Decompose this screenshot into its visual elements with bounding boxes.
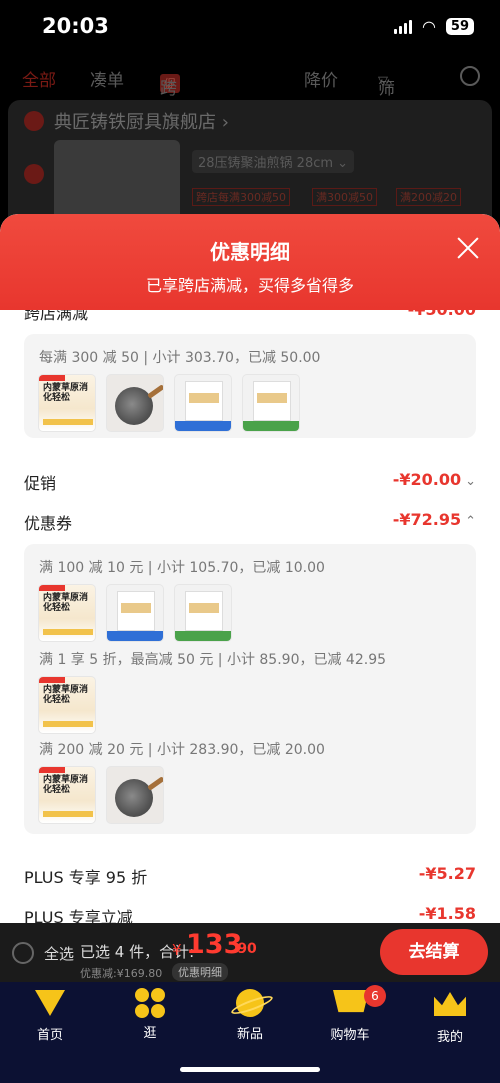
promotion-row[interactable]: 促销 -¥20.00 ⌄ bbox=[24, 470, 476, 496]
coupon-label: 优惠券 bbox=[24, 514, 73, 533]
battery-icon: 59 bbox=[445, 18, 474, 35]
tab-all[interactable]: 全部 bbox=[22, 66, 56, 91]
product-thumb-pan[interactable] bbox=[106, 766, 164, 824]
close-icon[interactable] bbox=[456, 236, 480, 260]
coupon-detail: 满 100 减 10 元 | 小计 105.70，已减 10.00 bbox=[39, 560, 325, 576]
sheet-subtitle: 已享跨店满减，买得多省得多 bbox=[145, 276, 354, 295]
product-thumb-bag[interactable] bbox=[174, 374, 232, 432]
chevron-down-icon: ⌄ bbox=[465, 474, 476, 489]
promotion-label: 促销 bbox=[24, 474, 57, 493]
cart-filter-tabs: 全部 凑单 促跨店满减 降价 筛选 ▽ bbox=[0, 58, 500, 174]
signal-icon bbox=[393, 19, 412, 34]
home-v-icon bbox=[33, 990, 67, 1020]
promo-tag: 跨店每满300减50 bbox=[192, 188, 290, 206]
status-bar: 20:03 ◠ 59 bbox=[0, 0, 500, 54]
plus-discount-value: -¥5.27 bbox=[418, 864, 476, 883]
checkout-button[interactable]: 去结算 bbox=[380, 929, 488, 975]
sheet-title: 优惠明细 bbox=[210, 240, 290, 264]
store-check-icon[interactable] bbox=[24, 111, 44, 131]
promo-tag: 满200减20 bbox=[396, 188, 461, 206]
sheet-header: 优惠明细 已享跨店满减，买得多省得多 bbox=[0, 214, 500, 310]
tab-mine-label: 我的 bbox=[436, 1030, 463, 1045]
promo-tag: 满300减50 bbox=[312, 188, 377, 206]
tab-browse-label: 逛 bbox=[143, 1026, 157, 1041]
planet-icon bbox=[233, 989, 267, 1019]
tab-new-label: 新品 bbox=[236, 1027, 263, 1042]
tab-new[interactable]: 新品 bbox=[215, 988, 285, 1042]
select-all-radio[interactable] bbox=[12, 942, 34, 964]
select-all-label[interactable]: 全选 bbox=[44, 943, 74, 964]
total-decimal: .90 bbox=[232, 941, 257, 957]
status-icons: ◠ 59 bbox=[393, 17, 474, 36]
tab-mine[interactable]: 我的 bbox=[415, 988, 485, 1045]
cart-icon bbox=[333, 990, 369, 1020]
tab-cart-label: 购物车 bbox=[330, 1028, 370, 1043]
promotion-value: -¥20.00 ⌄ bbox=[392, 470, 476, 489]
product-thumb-bag[interactable] bbox=[106, 584, 164, 642]
plus-instant-value: -¥1.58 bbox=[418, 904, 476, 923]
currency-symbol: ¥ bbox=[172, 941, 182, 959]
crown-icon bbox=[433, 992, 467, 1022]
discount-detail-button[interactable]: 优惠明细 bbox=[172, 963, 228, 981]
coupon-detail: 满 1 享 5 折，最高减 50 元 | 小计 85.90，已减 42.95 bbox=[39, 652, 387, 668]
product-thumb-pan[interactable] bbox=[106, 374, 164, 432]
plus-instant-label: PLUS 专享立减 bbox=[24, 908, 133, 923]
coupon-panel: 满 100 减 10 元 | 小计 105.70，已减 10.00 内蒙草原消化… bbox=[24, 544, 476, 834]
coupon-row[interactable]: 优惠券 -¥72.95 ⌃ bbox=[24, 510, 476, 536]
discount-total: 优惠减:¥169.80 bbox=[80, 967, 163, 980]
home-indicator[interactable] bbox=[180, 1067, 320, 1072]
chevron-up-icon: ⌃ bbox=[465, 514, 476, 529]
store-name[interactable]: 典匠铸铁厨具旗舰店 › bbox=[54, 108, 229, 134]
product-thumb-milk[interactable]: 内蒙草原消化轻松 bbox=[38, 584, 96, 642]
search-icon[interactable] bbox=[460, 66, 480, 86]
product-thumb-bag[interactable] bbox=[242, 374, 300, 432]
cart-badge: 6 bbox=[364, 985, 386, 1007]
plus-discount-label: PLUS 专享 95 折 bbox=[24, 868, 148, 887]
product-image[interactable] bbox=[54, 140, 180, 220]
cross-store-panel: 每满 300 减 50 | 小计 303.70，已减 50.00 内蒙草原消化轻… bbox=[24, 334, 476, 438]
coupon-value: -¥72.95 ⌃ bbox=[392, 510, 476, 529]
product-thumb-bag[interactable] bbox=[174, 584, 232, 642]
tab-home[interactable]: 首页 bbox=[15, 988, 85, 1043]
item-spec[interactable]: 28压铸聚油煎锅 28cm ⌄ bbox=[192, 150, 355, 173]
wifi-icon: ◠ bbox=[421, 17, 436, 36]
coupon-detail: 满 200 减 20 元 | 小计 283.90，已减 20.00 bbox=[39, 742, 325, 758]
filter-icon: ▽ bbox=[378, 74, 388, 89]
product-thumb-milk[interactable]: 内蒙草原消化轻松 bbox=[38, 676, 96, 734]
plus-instant-row: PLUS 专享立减 -¥1.58 bbox=[24, 904, 476, 923]
clover-icon bbox=[133, 988, 167, 1018]
tab-home-label: 首页 bbox=[36, 1028, 63, 1043]
tab-bundle[interactable]: 凑单 bbox=[90, 66, 124, 91]
cross-store-detail: 每满 300 减 50 | 小计 303.70，已减 50.00 bbox=[39, 350, 321, 366]
item-check-icon[interactable] bbox=[24, 164, 44, 184]
product-thumb-milk[interactable]: 内蒙草原消化轻松 bbox=[38, 374, 96, 432]
product-thumb-milk[interactable]: 内蒙草原消化轻松 bbox=[38, 766, 96, 824]
clock: 20:03 bbox=[42, 14, 109, 38]
tab-browse[interactable]: 逛 bbox=[115, 988, 185, 1041]
discount-detail-sheet: 优惠明细 已享跨店满减，买得多省得多 跨店满减 -¥50.00 每满 300 减… bbox=[0, 214, 500, 923]
tab-price-drop[interactable]: 降价 bbox=[304, 66, 338, 91]
checkout-bar: 全选 已选 4 件，合计: ¥ 133 .90 优惠减:¥169.80 优惠明细… bbox=[0, 923, 500, 982]
plus-discount-row: PLUS 专享 95 折 -¥5.27 bbox=[24, 864, 476, 890]
